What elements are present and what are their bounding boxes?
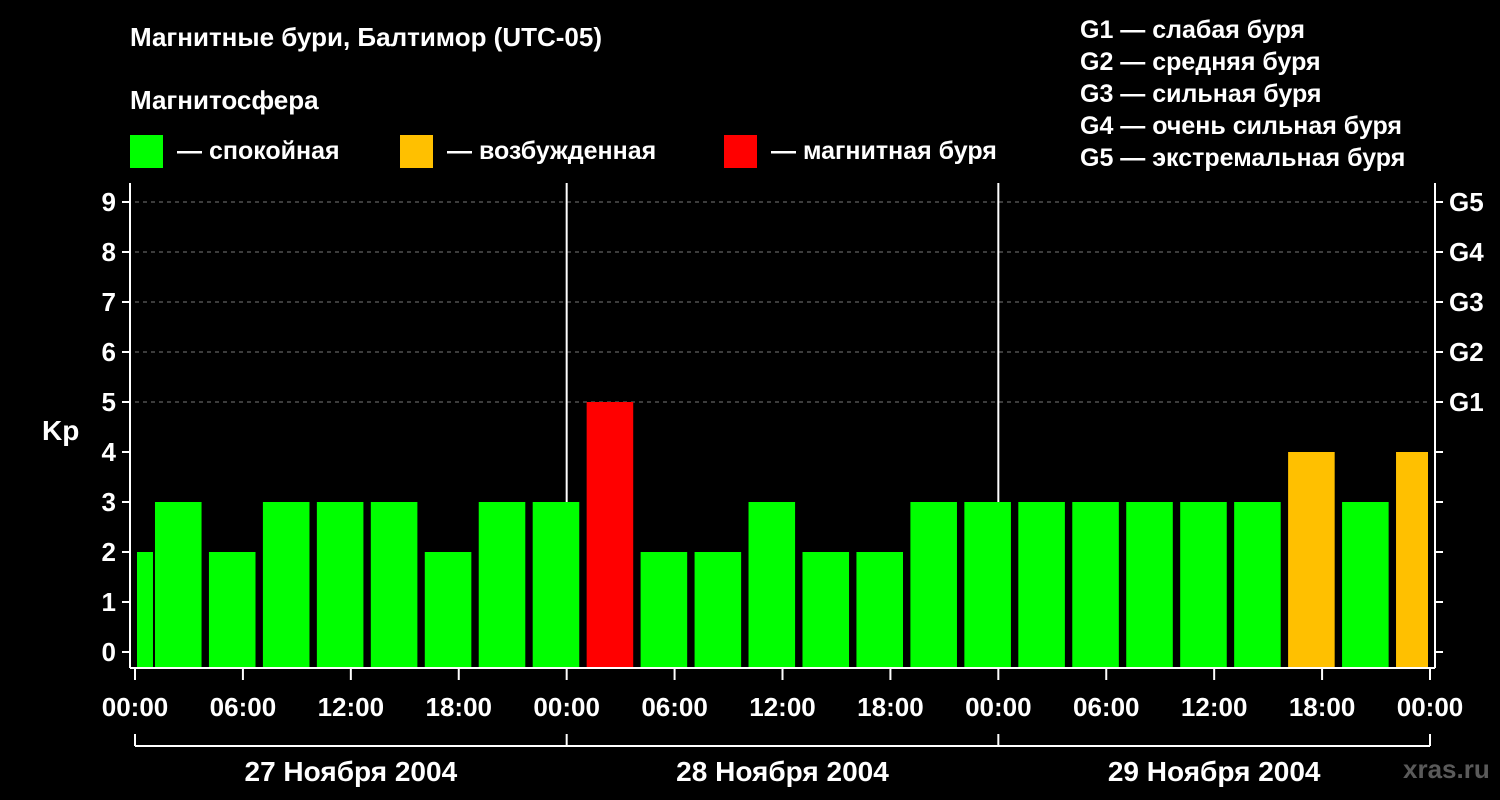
- y-tick-label-8: 8: [102, 237, 116, 267]
- legend-label-storm: — магнитная буря: [771, 136, 997, 165]
- day-label-2: 29 Ноября 2004: [1108, 756, 1321, 787]
- kp-bar-20: [1180, 502, 1227, 668]
- y-tick-label-5: 5: [102, 387, 116, 417]
- x-tick-label-12: 00:00: [1397, 692, 1464, 722]
- x-tick-label-11: 18:00: [1289, 692, 1356, 722]
- legend-label-active: — возбужденная: [447, 136, 657, 165]
- x-tick-label-9: 06:00: [1073, 692, 1140, 722]
- y-axis-label: Kp: [42, 415, 79, 446]
- kp-bar-8: [532, 502, 580, 668]
- storm-scale-g3: G3 — сильная буря: [1080, 80, 1322, 108]
- x-tick-label-5: 06:00: [641, 692, 708, 722]
- kp-bar-4: [316, 502, 364, 668]
- x-tick-label-6: 12:00: [749, 692, 816, 722]
- legend-swatch-storm: [724, 134, 757, 168]
- kp-bar-23: [1342, 502, 1389, 668]
- kp-bar-2: [208, 552, 256, 668]
- x-tick-label-4: 00:00: [533, 692, 600, 722]
- y-tick-label-4: 4: [102, 437, 117, 467]
- kp-bar-14: [856, 552, 904, 668]
- kp-bar-15: [910, 502, 957, 668]
- kp-bar-10: [640, 552, 688, 668]
- x-tick-label-10: 12:00: [1181, 692, 1248, 722]
- y-tick-label-1: 1: [102, 587, 116, 617]
- legend-item-quiet: — спокойная: [130, 134, 340, 168]
- y-tick-label-3: 3: [102, 487, 116, 517]
- storm-scale-list: G1 — слабая буря G2 — средняя буря G3 — …: [1080, 14, 1405, 174]
- legend-swatch-quiet: [130, 134, 163, 168]
- x-tick-label-1: 06:00: [210, 692, 277, 722]
- kp-bar-21: [1234, 502, 1281, 668]
- legend-item-active: — возбужденная: [400, 134, 657, 168]
- legend-swatch-active: [400, 134, 433, 168]
- y-tick-label-2: 2: [102, 537, 116, 567]
- kp-bar-16: [964, 502, 1011, 668]
- kp-bar-1: [154, 502, 202, 668]
- y2-tick-label-g5: G5: [1449, 187, 1484, 217]
- storm-scale-g4: G4 — очень сильная буря: [1080, 112, 1402, 140]
- y-tick-label-0: 0: [102, 637, 116, 667]
- watermark: xras.ru: [1403, 754, 1490, 784]
- kp-bar-11: [694, 552, 742, 668]
- kp-bar-22: [1288, 452, 1335, 668]
- x-tick-label-7: 18:00: [857, 692, 924, 722]
- y2-tick-label-g3: G3: [1449, 287, 1484, 317]
- legend-heading: Магнитосфера: [130, 85, 319, 115]
- y-tick-label-7: 7: [102, 287, 116, 317]
- kp-bar-19: [1126, 502, 1173, 668]
- x-tick-label-2: 12:00: [318, 692, 385, 722]
- x-tick-label-3: 18:00: [426, 692, 493, 722]
- legend-label-quiet: — спокойная: [177, 136, 340, 165]
- legend-item-storm: — магнитная буря: [724, 134, 997, 168]
- storm-scale-g1: G1 — слабая буря: [1080, 16, 1306, 44]
- y2-tick-label-g4: G4: [1449, 237, 1484, 267]
- y2-tick-label-g1: G1: [1449, 387, 1484, 417]
- kp-bar-5: [370, 502, 418, 668]
- kp-bar-0: [137, 552, 153, 668]
- storm-scale-g2: G2 — средняя буря: [1080, 48, 1321, 76]
- storm-scale-g5: G5 — экстремальная буря: [1080, 144, 1406, 172]
- chart-title: Магнитные бури, Балтимор (UTC-05): [130, 22, 603, 52]
- kp-bar-18: [1072, 502, 1119, 668]
- y-tick-label-6: 6: [102, 337, 116, 367]
- kp-bar-24: [1396, 452, 1428, 668]
- x-tick-label-0: 00:00: [102, 692, 169, 722]
- kp-bar-9: [586, 402, 634, 668]
- kp-bar-3: [262, 502, 310, 668]
- kp-bar-7: [478, 502, 526, 668]
- kp-bar-12: [748, 502, 796, 668]
- x-tick-label-8: 00:00: [965, 692, 1032, 722]
- kp-bar-6: [424, 552, 472, 668]
- y2-tick-label-g2: G2: [1449, 337, 1484, 367]
- day-label-0: 27 Ноября 2004: [245, 756, 458, 787]
- kp-bar-13: [802, 552, 850, 668]
- kp-bar-17: [1018, 502, 1065, 668]
- day-label-1: 28 Ноября 2004: [676, 756, 889, 787]
- y-tick-label-9: 9: [102, 187, 116, 217]
